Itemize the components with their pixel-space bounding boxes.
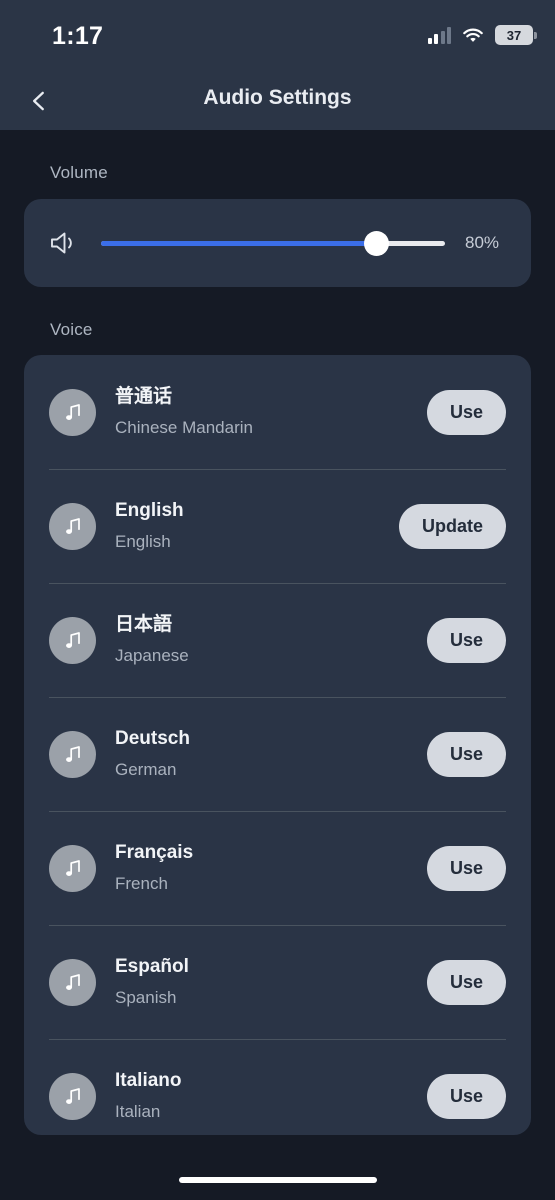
home-indicator: [178, 1177, 377, 1183]
voice-row[interactable]: 日本語 Japanese Use: [24, 583, 531, 697]
battery-level-text: 37: [506, 27, 522, 43]
music-note-icon: [49, 1072, 96, 1120]
voice-action-button[interactable]: Use: [426, 959, 506, 1005]
volume-section-label: Volume: [50, 163, 108, 182]
voice-subtitle: Chinese Mandarin: [115, 418, 253, 438]
voice-action-button[interactable]: Use: [426, 1073, 506, 1119]
voice-name: English: [115, 500, 184, 522]
navigation-bar: Audio Settings: [0, 75, 555, 130]
music-note-icon: [49, 730, 96, 778]
voice-action-button[interactable]: Update: [398, 503, 506, 549]
volume-card: 80%: [24, 199, 531, 287]
music-note-icon: [49, 958, 96, 1006]
voice-subtitle: English: [115, 532, 171, 552]
voice-row-text: 普通话 Chinese Mandarin: [115, 385, 427, 438]
voice-section-label: Voice: [50, 320, 93, 339]
voice-name: Français: [115, 842, 194, 864]
music-note-icon: [49, 388, 96, 436]
volume-slider-fill: [101, 241, 377, 246]
wifi-icon: [462, 27, 484, 44]
voice-action-button[interactable]: Use: [426, 389, 506, 435]
music-note-icon: [49, 502, 96, 550]
voice-row[interactable]: Français French Use: [24, 811, 531, 925]
voice-row[interactable]: English English Update: [24, 469, 531, 583]
status-bar-clock: 1:17: [52, 22, 104, 50]
cellular-signal-icon: [427, 26, 451, 44]
voice-row-text: English English: [115, 499, 399, 552]
voice-row-text: Deutsch German: [115, 727, 427, 780]
voice-row-text: Español Spanish: [115, 955, 427, 1008]
voice-name: 普通话: [115, 386, 173, 408]
voice-row[interactable]: Italiano Italian Use: [24, 1039, 531, 1135]
voice-row[interactable]: 普通话 Chinese Mandarin Use: [24, 355, 531, 469]
voice-row-text: Français French: [115, 841, 427, 894]
voice-subtitle: German: [115, 760, 177, 780]
voice-row-text: Italiano Italian: [115, 1069, 427, 1122]
speaker-icon: [46, 228, 80, 258]
music-note-icon: [49, 844, 96, 892]
voice-action-button[interactable]: Use: [426, 617, 506, 663]
voice-subtitle: Spanish: [115, 988, 177, 1008]
voice-subtitle: Italian: [115, 1102, 161, 1122]
voice-row[interactable]: Deutsch German Use: [24, 697, 531, 811]
voice-name: 日本語: [115, 614, 173, 636]
battery-icon: 37: [495, 25, 537, 45]
volume-value-label: 80%: [465, 233, 500, 252]
voice-row[interactable]: Español Spanish Use: [24, 925, 531, 1039]
voice-action-button[interactable]: Use: [426, 845, 506, 891]
audio-settings-screen: 1:17 37 Audio Settings Volume 80% Voice …: [0, 0, 555, 1200]
music-note-icon: [49, 616, 96, 664]
voice-subtitle: Japanese: [115, 646, 189, 666]
volume-slider-row: 80%: [24, 199, 531, 287]
status-bar-indicators: 37: [427, 25, 537, 45]
volume-slider[interactable]: [101, 228, 445, 258]
voice-action-button[interactable]: Use: [426, 731, 506, 777]
voice-subtitle: French: [115, 874, 168, 894]
voice-list-card: 普通话 Chinese Mandarin Use English English Upda…: [24, 355, 531, 1135]
voice-name: Deutsch: [115, 728, 190, 750]
voice-name: Español: [115, 956, 189, 978]
page-title: Audio Settings: [203, 86, 352, 109]
voice-name: Italiano: [115, 1070, 182, 1092]
voice-row-text: 日本語 Japanese: [115, 613, 427, 666]
volume-slider-thumb[interactable]: [363, 231, 389, 256]
